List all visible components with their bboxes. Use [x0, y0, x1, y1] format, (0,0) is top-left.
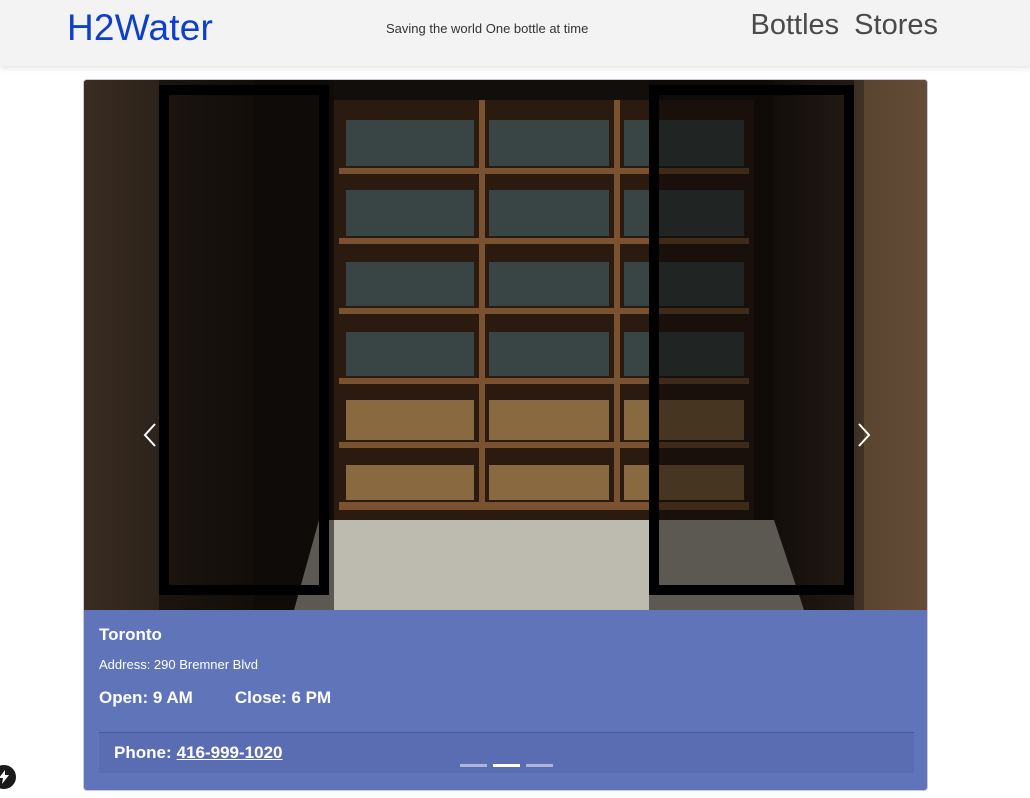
phone-link[interactable]: 416-999-1020 — [177, 743, 283, 763]
carousel-indicator-2[interactable] — [493, 764, 520, 767]
store-caption: Toronto Address: 290 Bremner Blvd Open: … — [84, 610, 927, 790]
store-card: Toronto Address: 290 Bremner Blvd Open: … — [83, 79, 928, 791]
store-hours: Open: 9 AM Close: 6 PM — [99, 688, 331, 708]
nav-link-bottles[interactable]: Bottles — [751, 9, 840, 42]
nav-links: Bottles Stores — [751, 9, 939, 42]
carousel-indicator-1[interactable] — [460, 764, 487, 767]
carousel-prev-button[interactable] — [130, 420, 170, 450]
store-address: Address: 290 Bremner Blvd — [99, 657, 258, 672]
open-time: Open: 9 AM — [99, 688, 193, 707]
carousel-indicator-3[interactable] — [526, 764, 553, 767]
brand-logo[interactable]: H2Water — [67, 7, 213, 49]
phone-row: Phone: 416-999-1020 — [99, 733, 914, 773]
store-name: Toronto — [99, 625, 162, 644]
carousel-indicators — [460, 764, 553, 767]
chevron-left-icon — [143, 423, 156, 447]
carousel-next-button[interactable] — [844, 420, 884, 450]
tagline: Saving the world One bottle at time — [386, 21, 589, 36]
dev-tools-badge[interactable] — [0, 765, 16, 789]
close-time: Close: 6 PM — [234, 688, 332, 707]
phone-label: Phone: — [114, 743, 172, 762]
store-image — [84, 80, 927, 610]
chevron-right-icon — [858, 423, 871, 447]
nav-link-stores[interactable]: Stores — [854, 9, 938, 42]
lightning-icon — [0, 770, 9, 784]
navbar: H2Water Saving the world One bottle at t… — [0, 0, 1030, 66]
